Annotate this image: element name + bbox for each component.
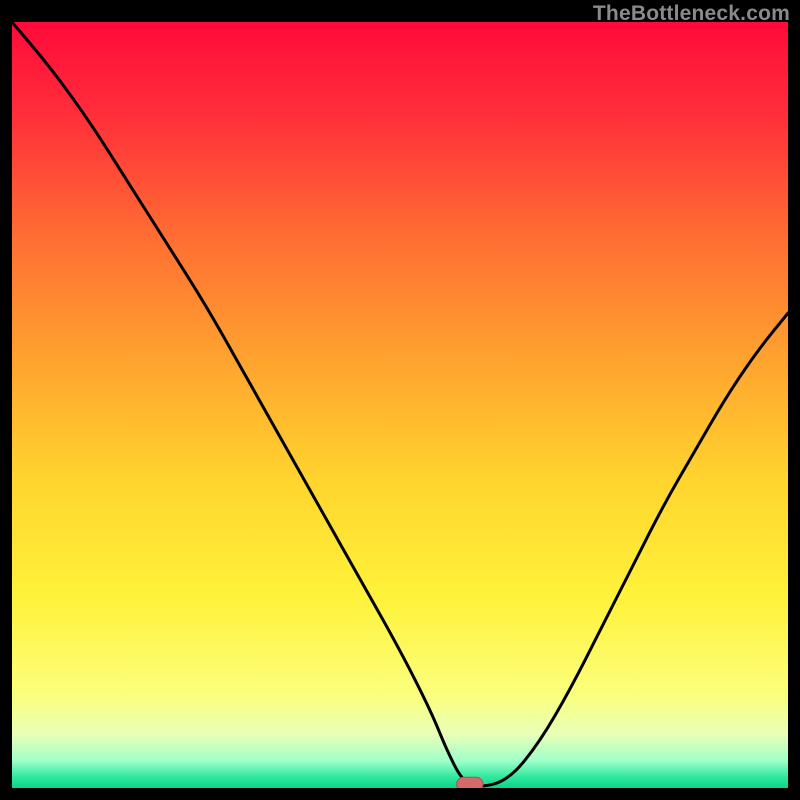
chart-svg [12,22,788,788]
chart-plot-area [12,22,788,788]
chart-background [12,22,788,788]
chart-frame: TheBottleneck.com [0,0,800,800]
marker-optimum-marker [457,777,483,788]
